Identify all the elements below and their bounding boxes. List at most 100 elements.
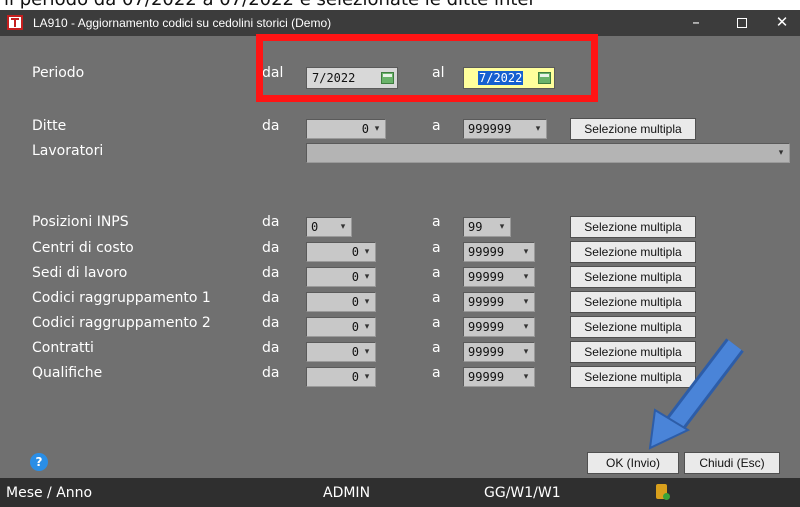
status-bar: Mese / Anno ADMIN GG/W1/W1	[0, 478, 800, 507]
chevron-down-icon: ▾	[364, 372, 370, 382]
row-from-select[interactable]: 0 ▾	[306, 217, 352, 237]
chevron-down-icon: ▾	[364, 297, 370, 307]
row-multiselect-button[interactable]: Selezione multipla	[570, 241, 696, 263]
row-label: Codici raggruppamento 1	[32, 290, 211, 306]
row-from-select[interactable]: 0 ▾	[306, 242, 376, 262]
row-to-value: 99999	[468, 345, 505, 359]
row-multiselect-button[interactable]: Selezione multipla	[570, 316, 696, 338]
row-a-label: a	[432, 265, 441, 281]
row-a-label: a	[432, 340, 441, 356]
row-from-select[interactable]: 0 ▾	[306, 292, 376, 312]
row-to-select[interactable]: 99999 ▾	[463, 242, 535, 262]
status-user: ADMIN	[323, 485, 371, 501]
chevron-down-icon: ▾	[535, 124, 541, 134]
minimize-button[interactable]: –	[676, 10, 716, 36]
row-label: Qualifiche	[32, 365, 103, 381]
row-from-value: 0	[311, 220, 319, 234]
row-from-value: 0	[351, 345, 359, 359]
row-to-select[interactable]: 99999 ▾	[463, 267, 535, 287]
row-from-value: 0	[351, 320, 359, 334]
app-icon	[7, 15, 23, 30]
chevron-down-icon: ▾	[523, 272, 529, 282]
row-to-select[interactable]: 99 ▾	[463, 217, 511, 237]
close-button[interactable]: ✕	[762, 10, 800, 36]
title-bar: LA910 - Aggiornamento codici su cedolini…	[0, 10, 800, 36]
ditte-to-value: 999999	[468, 122, 512, 136]
row-multiselect-button[interactable]: Selezione multipla	[570, 366, 696, 388]
window-title: LA910 - Aggiornamento codici su cedolini…	[33, 16, 332, 30]
highlight-box	[256, 34, 598, 102]
row-da-label: da	[262, 240, 280, 256]
row-multiselect-button[interactable]: Selezione multipla	[570, 341, 696, 363]
document-text-strip: il periodo da 07/2022 a 07/2022 e selezi…	[0, 0, 800, 10]
row-a-label: a	[432, 290, 441, 306]
row-to-value: 99999	[468, 295, 505, 309]
row-a-label: a	[432, 365, 441, 381]
row-from-select[interactable]: 0 ▾	[306, 367, 376, 387]
chevron-down-icon: ▾	[778, 148, 784, 158]
row-multiselect-button[interactable]: Selezione multipla	[570, 291, 696, 313]
row-da-label: da	[262, 265, 280, 281]
row-multiselect-button[interactable]: Selezione multipla	[570, 216, 696, 238]
row-da-label: da	[262, 340, 280, 356]
row-label: Posizioni INPS	[32, 214, 129, 230]
row-to-select[interactable]: 99999 ▾	[463, 317, 535, 337]
database-icon	[656, 484, 670, 500]
chevron-down-icon: ▾	[523, 297, 529, 307]
ditte-da-label: da	[262, 118, 280, 134]
row-from-value: 0	[351, 370, 359, 384]
row-to-value: 99999	[468, 245, 505, 259]
row-label: Contratti	[32, 340, 94, 356]
row-from-value: 0	[351, 295, 359, 309]
lavoratori-select[interactable]: ▾	[306, 143, 790, 163]
ditte-to-select[interactable]: 999999 ▾	[463, 119, 547, 139]
maximize-icon	[737, 17, 747, 28]
status-code: GG/W1/W1	[484, 485, 561, 501]
chevron-down-icon: ▾	[340, 222, 346, 232]
chevron-down-icon: ▾	[499, 222, 505, 232]
chevron-down-icon: ▾	[523, 372, 529, 382]
row-multiselect-button[interactable]: Selezione multipla	[570, 266, 696, 288]
ditte-label: Ditte	[32, 118, 67, 134]
maximize-button[interactable]	[722, 10, 762, 36]
row-from-select[interactable]: 0 ▾	[306, 342, 376, 362]
ditte-multiselect-button[interactable]: Selezione multipla	[570, 118, 696, 140]
chevron-down-icon: ▾	[364, 272, 370, 282]
row-a-label: a	[432, 214, 441, 230]
row-from-value: 0	[351, 245, 359, 259]
ditte-from-value: 0	[361, 122, 369, 136]
row-da-label: da	[262, 365, 280, 381]
row-label: Centri di costo	[32, 240, 134, 256]
row-da-label: da	[262, 315, 280, 331]
row-da-label: da	[262, 290, 280, 306]
chevron-down-icon: ▾	[523, 347, 529, 357]
row-from-select[interactable]: 0 ▾	[306, 267, 376, 287]
close-dialog-button[interactable]: Chiudi (Esc)	[684, 452, 780, 474]
row-to-value: 99999	[468, 270, 505, 284]
chevron-down-icon: ▾	[364, 247, 370, 257]
row-to-value: 99	[468, 220, 483, 234]
document-text: il periodo da 07/2022 a 07/2022 e selezi…	[4, 0, 536, 10]
row-a-label: a	[432, 315, 441, 331]
row-to-select[interactable]: 99999 ▾	[463, 342, 535, 362]
row-label: Sedi di lavoro	[32, 265, 128, 281]
row-to-select[interactable]: 99999 ▾	[463, 292, 535, 312]
row-label: Codici raggruppamento 2	[32, 315, 211, 331]
periodo-label: Periodo	[32, 65, 85, 81]
row-da-label: da	[262, 214, 280, 230]
chevron-down-icon: ▾	[364, 322, 370, 332]
row-from-value: 0	[351, 270, 359, 284]
chevron-down-icon: ▾	[374, 124, 380, 134]
chevron-down-icon: ▾	[523, 322, 529, 332]
lavoratori-label: Lavoratori	[32, 143, 104, 159]
row-to-select[interactable]: 99999 ▾	[463, 367, 535, 387]
ok-button[interactable]: OK (Invio)	[587, 452, 679, 474]
ditte-from-select[interactable]: 0 ▾	[306, 119, 386, 139]
help-icon[interactable]: ?	[30, 453, 48, 471]
row-from-select[interactable]: 0 ▾	[306, 317, 376, 337]
row-to-value: 99999	[468, 320, 505, 334]
chevron-down-icon: ▾	[364, 347, 370, 357]
row-a-label: a	[432, 240, 441, 256]
chevron-down-icon: ▾	[523, 247, 529, 257]
ditte-a-label: a	[432, 118, 441, 134]
